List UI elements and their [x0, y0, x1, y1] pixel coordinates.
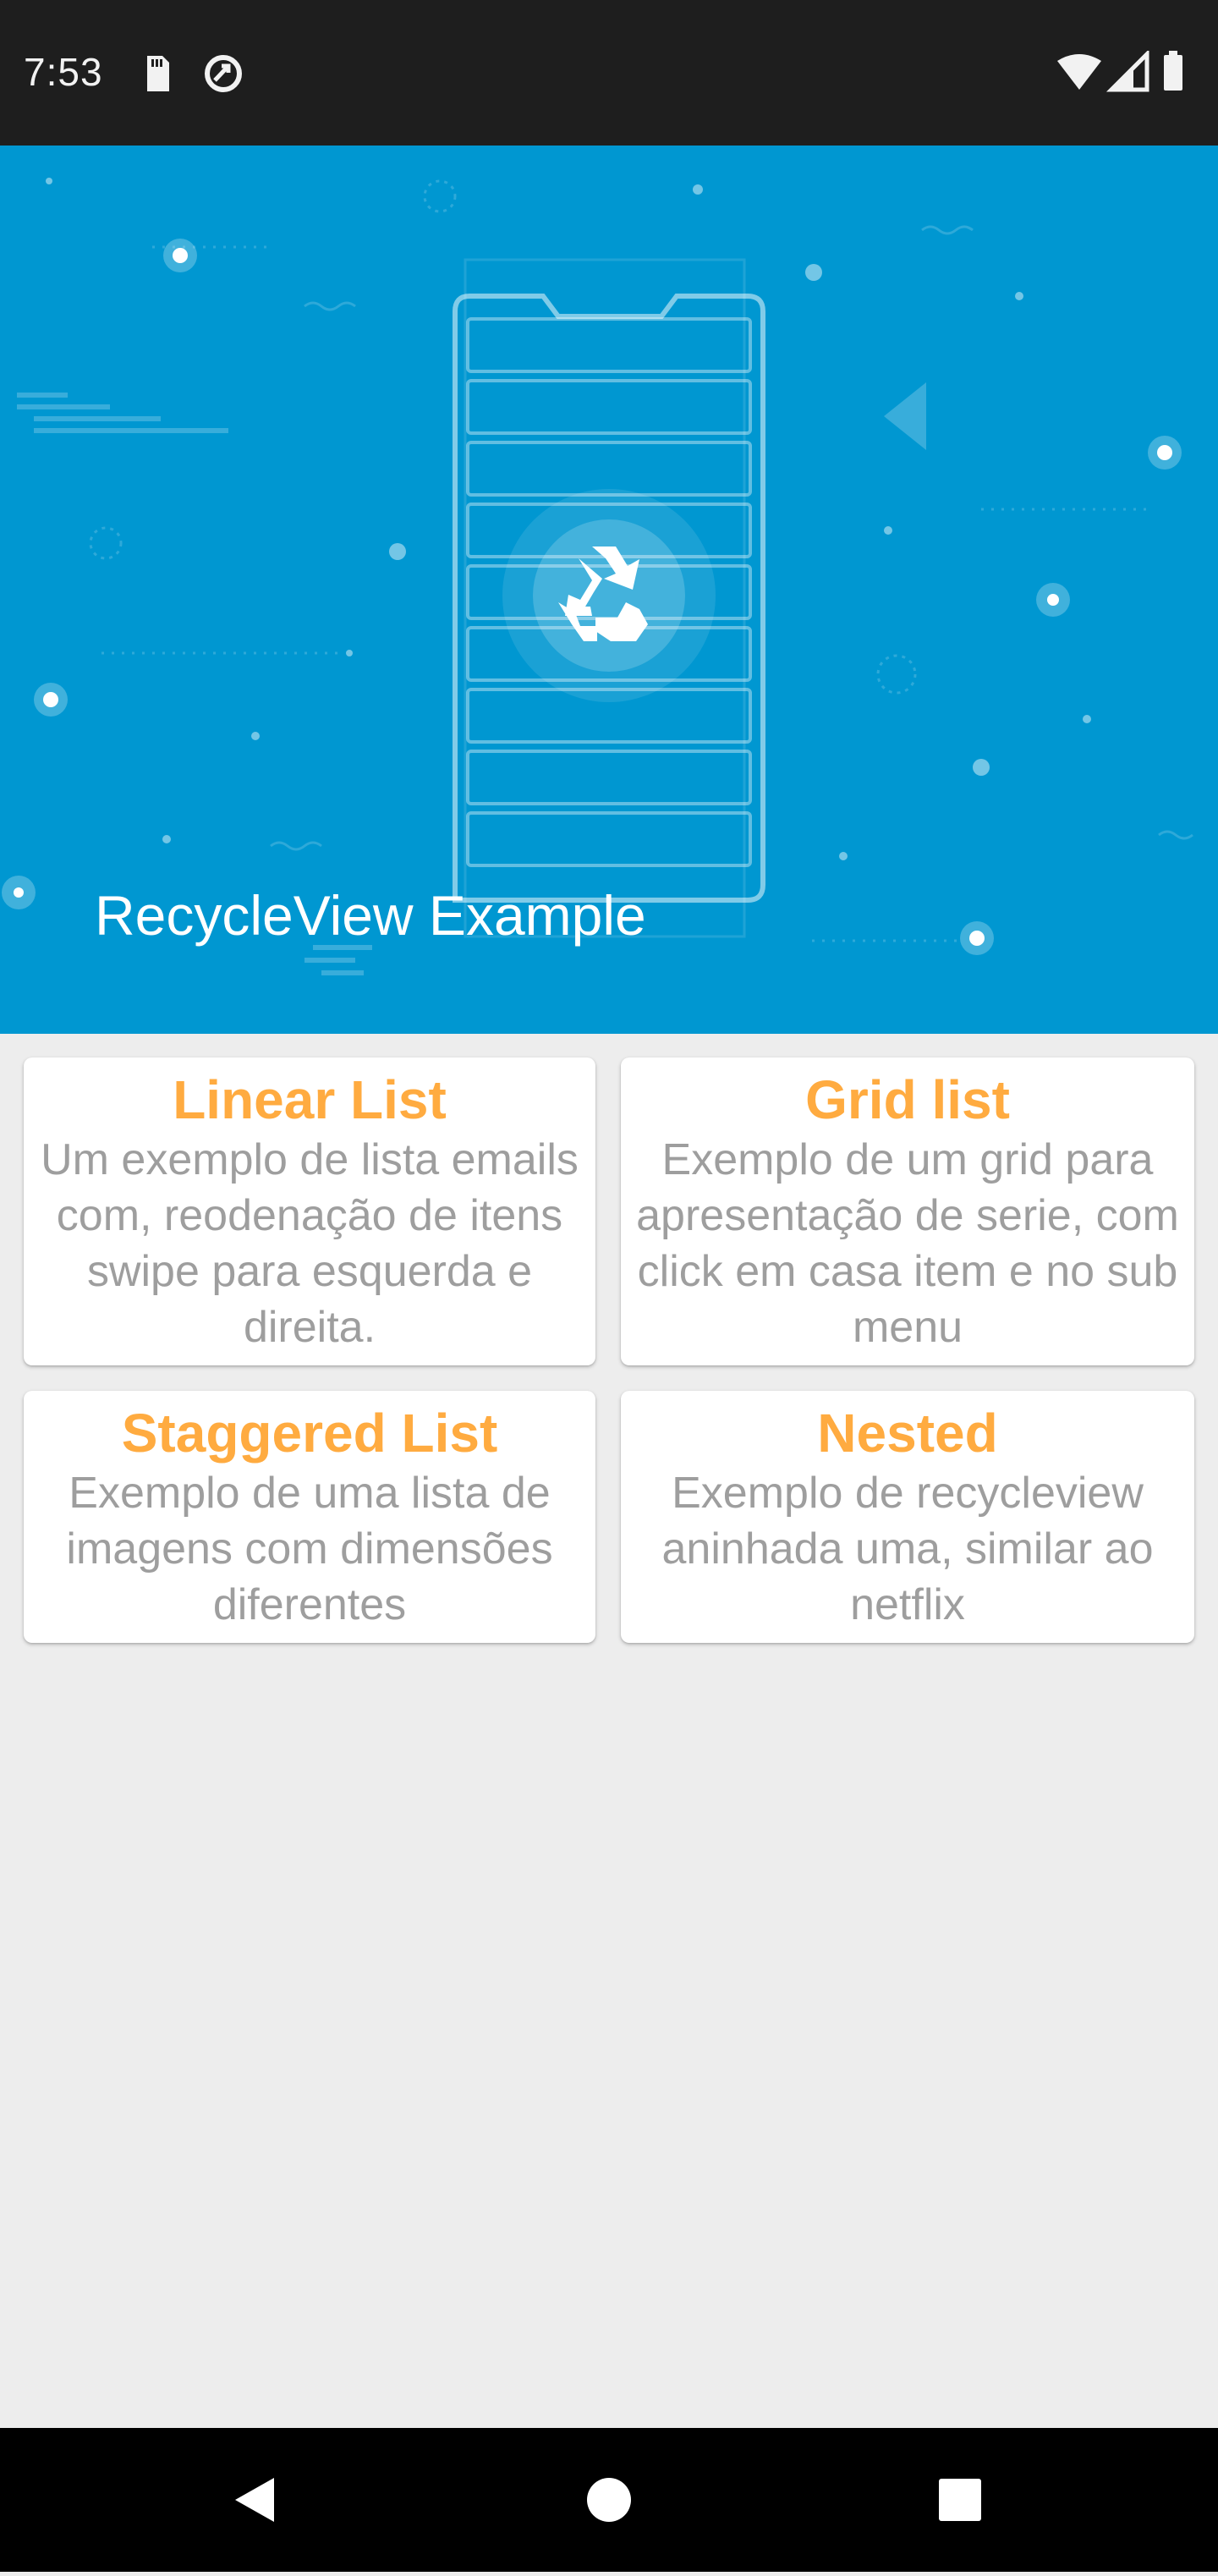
status-bar: 7:53	[0, 0, 1218, 146]
home-icon	[587, 2478, 631, 2522]
card-title: Grid list	[805, 1069, 1010, 1130]
status-time: 7:53	[24, 50, 103, 94]
card-description: Um exemplo de lista emails com, reodenaç…	[41, 1135, 579, 1352]
card-title: Staggered List	[121, 1403, 498, 1464]
data-saver-icon	[205, 55, 242, 92]
card-staggered-list[interactable]: Staggered List Exemplo de uma lista de i…	[24, 1391, 595, 1643]
navigation-bar	[0, 2428, 1218, 2572]
cell-signal-icon	[1106, 48, 1149, 92]
card-nested[interactable]: Nested Exemplo de recycleview aninhada u…	[621, 1391, 1194, 1643]
recycle-icon	[502, 489, 716, 702]
page-title: RecycleView Example	[95, 884, 646, 947]
card-title: Nested	[817, 1403, 998, 1464]
wifi-icon	[1057, 54, 1101, 90]
recents-button[interactable]	[914, 2428, 1007, 2576]
back-icon	[235, 2478, 274, 2522]
sd-card-icon	[147, 56, 169, 91]
card-description: Exemplo de recycleview aninhada uma, sim…	[661, 1469, 1154, 1629]
battery-icon	[1164, 51, 1182, 91]
card-description: Exemplo de uma lista de imagens com dime…	[66, 1469, 553, 1629]
home-button[interactable]	[562, 2428, 656, 2576]
status-left-icons	[142, 52, 244, 99]
card-linear-list[interactable]: Linear List Um exemplo de lista emails c…	[24, 1057, 595, 1365]
card-title: Linear List	[173, 1069, 447, 1130]
recents-icon	[939, 2479, 981, 2521]
back-button[interactable]	[210, 2428, 303, 2576]
card-description: Exemplo de um grid para apresentação de …	[636, 1135, 1179, 1352]
card-grid-list[interactable]: Grid list Exemplo de um grid para aprese…	[621, 1057, 1194, 1365]
status-right-icons	[1056, 48, 1199, 97]
hero-banner: RecycleView Example	[0, 146, 1218, 1034]
